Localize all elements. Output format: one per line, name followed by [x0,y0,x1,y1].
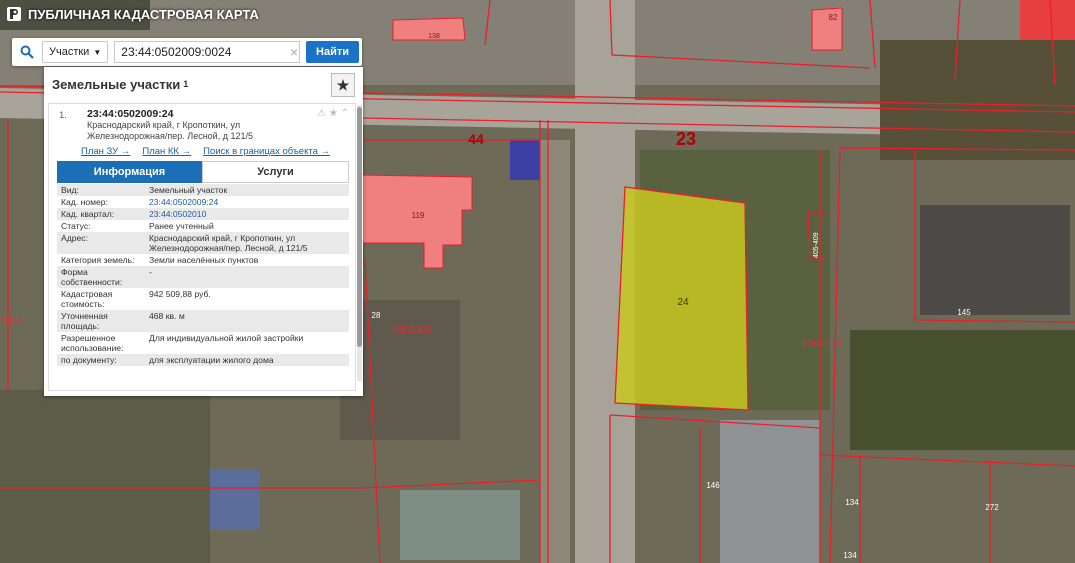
panel-title: Земельные участки [52,76,181,92]
table-row: по документу: для эксплуатации жилого дом… [57,354,349,366]
rosreestr-logo-icon [7,7,21,21]
info-table: Вид: Земельный участок Кад. номер: 23:44:0… [57,184,349,366]
block-label-0502008: 0502008 [393,325,432,336]
table-row: Разрешенное использование: Для индивидуал… [57,332,349,354]
panel-header: Земельные участки 1 ★ [44,67,363,101]
app-brand: ПУБЛИЧНАЯ КАДАСТРОВАЯ КАРТА [6,6,259,22]
result-address-line1: Краснодарский край, г Кропоткин, ул [87,120,241,130]
parcel-label-134: 134 [845,498,859,507]
street-label-44: 44 [468,131,484,147]
block-label-0502010: 0502010 [803,338,842,349]
search-in-bounds-link[interactable]: Поиск в границах объекта → [203,146,330,157]
plan-kk-link[interactable]: План КК → [142,146,191,157]
search-input[interactable] [114,41,301,63]
row-value: Для индивидуальной жилой застройки [149,333,304,343]
row-key: Кад. квартал: [61,209,115,219]
result-cadastral-number[interactable]: 23:44:0502009:24 [87,108,349,120]
row-value-link[interactable]: 23:44:0502009:24 [145,196,349,208]
app-title: ПУБЛИЧНАЯ КАДАСТРОВАЯ КАРТА [28,6,259,22]
tab-information[interactable]: Информация [57,161,202,183]
parcel-label-138: 138 [428,33,440,40]
row-value: 942 509,88 руб. [149,289,211,299]
row-key: Разрешенное использование: [61,333,124,353]
scrollbar-thumb[interactable] [357,107,362,347]
table-row: Кад. номер: 23:44:0502009:24 [57,196,349,208]
search-bar: Участки ▼ × Найти [12,38,362,66]
favorite-star-icon[interactable]: ★ [331,73,355,97]
parcel-label-24[interactable]: 24 [677,297,689,308]
row-key: Категория земель: [61,255,135,265]
row-value-link[interactable]: 23:44:0502010 [145,208,349,220]
row-value: 468 кв. м [149,311,185,321]
tab-services[interactable]: Услуги [202,161,349,183]
plan-zu-link[interactable]: План ЗУ → [81,146,130,157]
row-key: по документу: [61,355,117,365]
row-value: Ранее учтенный [149,221,214,231]
table-row: Кадастровая стоимость: 942 509,88 руб. [57,288,349,310]
caret-down-icon: ▼ [93,47,102,57]
results-count: 1 [183,79,189,89]
parcel-label-146: 146 [706,481,720,490]
table-row: Категория земель: Земли населённых пункто… [57,254,349,266]
result-links: План ЗУ → План КК → Поиск в границах объ… [81,146,355,157]
table-row: Статус: Ранее учтенный [57,220,349,232]
parcel-label-145: 145 [957,308,971,317]
parcel-label-405: 405-409 [813,232,820,258]
row-value: - [149,267,152,277]
find-button[interactable]: Найти [306,41,359,63]
table-row: Кад. квартал: 23:44:0502010 [57,208,349,220]
row-value: для эксплуатации жилого дома [149,355,274,365]
row-key: Кад. номер: [61,197,108,207]
parcel-label-272: 272 [985,503,999,512]
layer-select[interactable]: Участки ▼ [42,41,109,63]
result-address-line2: Железнодорожная/пер. Лесной, д 121/5 [87,131,253,141]
row-key: Вид: [61,185,79,195]
result-card: 1. 23:44:0502009:24 Краснодарский край, … [48,103,356,391]
street-label-23: 23 [676,129,696,149]
row-key: Форма собственности: [61,267,123,287]
parcel-label-119: 119 [412,211,425,220]
parcel-label-82: 82 [829,13,838,22]
table-row: Форма собственности: - [57,266,349,288]
result-number: 1. [59,110,67,121]
table-row: Уточненная площадь: 468 кв. м [57,310,349,332]
row-key: Уточненная площадь: [61,311,108,331]
row-value: Краснодарский край, г Кропоткин, ул Желе… [149,233,308,253]
layer-select-label: Участки [49,46,90,58]
row-value: Земельный участок [149,185,228,195]
parcel-label-134-b: 134 [843,551,857,560]
row-key: Кадастровая стоимость: [61,289,113,309]
search-icon[interactable] [12,38,42,66]
result-action-icons[interactable]: ⚠ ★ ⌃ [317,108,349,119]
row-key: Статус: [61,221,91,231]
row-value: Земли населённых пунктов [149,255,259,265]
block-label-left: 2008 [0,316,23,327]
info-tabs: Информация Услуги [57,161,349,183]
row-key: Адрес: [61,233,88,243]
results-panel: Земельные участки 1 ★ 1. 23:44:0502009:24… [44,67,363,396]
parcel-label-28: 28 [372,311,381,320]
table-row: Вид: Земельный участок [57,184,349,196]
clear-icon[interactable]: × [290,44,298,60]
result-item[interactable]: 1. 23:44:0502009:24 Краснодарский край, … [49,104,355,142]
table-row: Адрес: Краснодарский край, г Кропоткин, у… [57,232,349,254]
